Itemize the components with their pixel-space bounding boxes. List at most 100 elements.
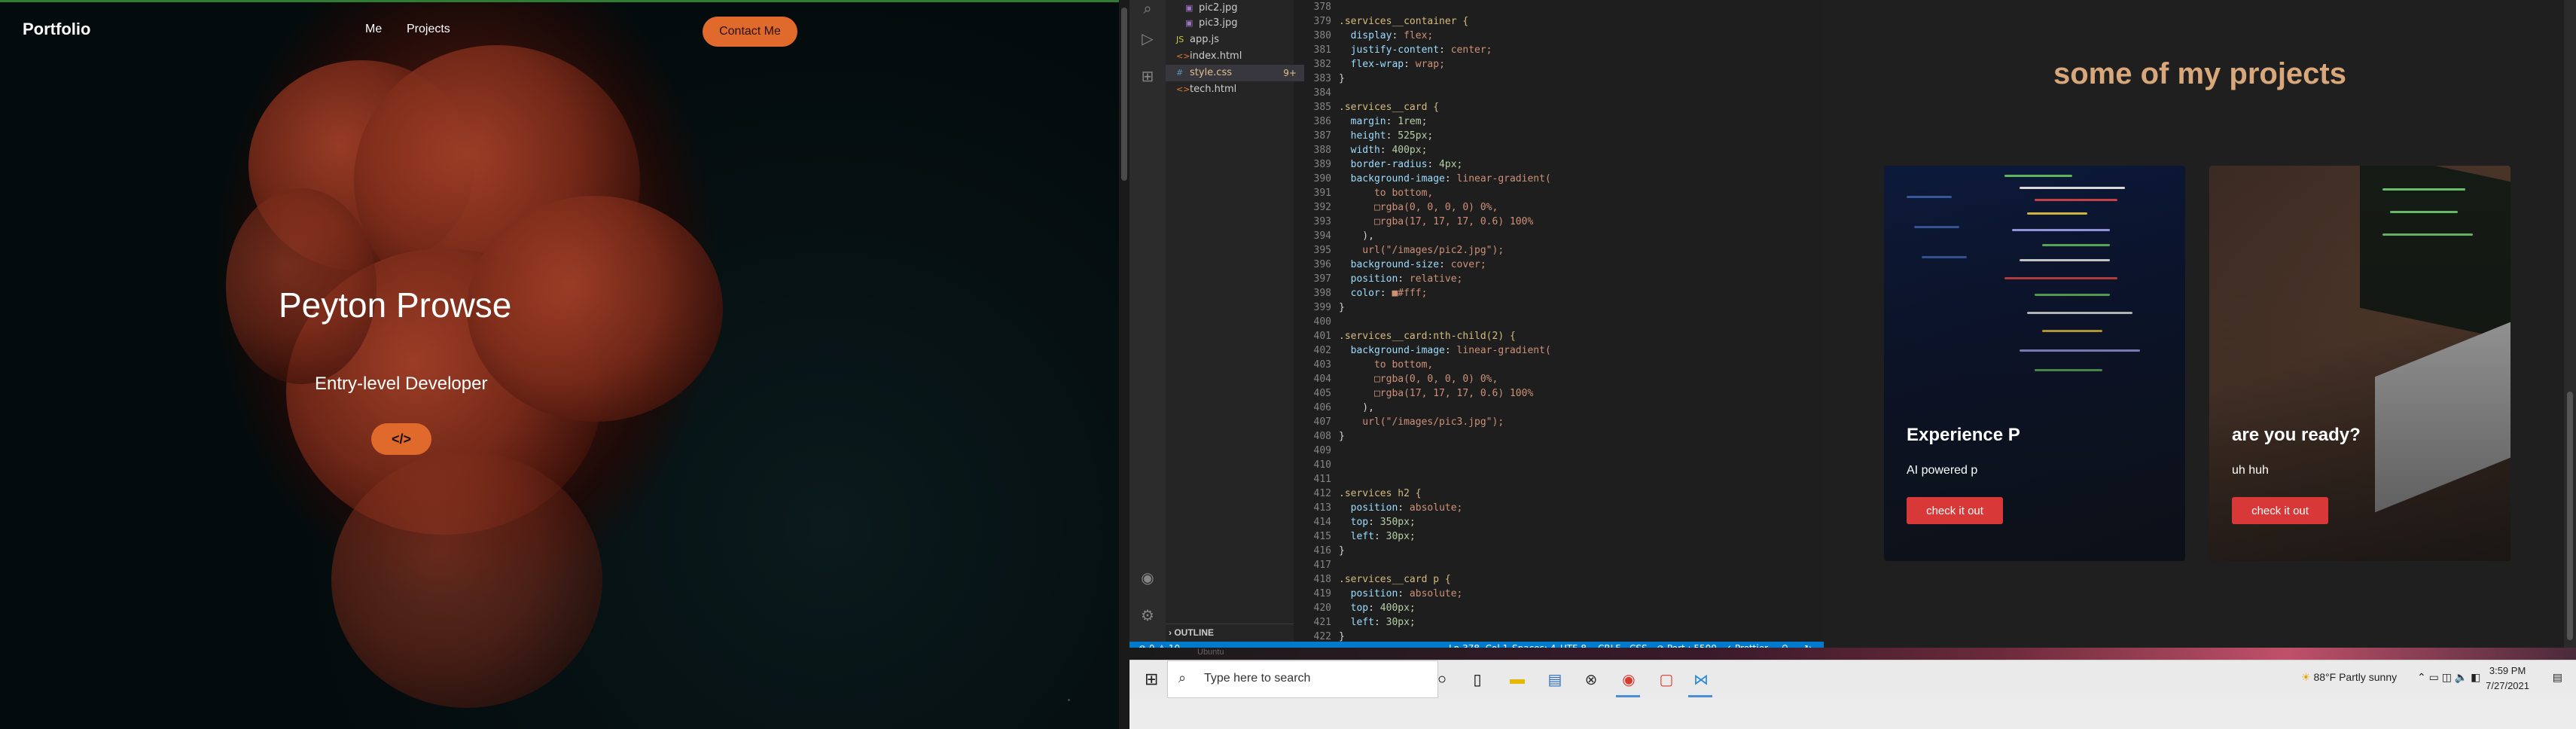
code-line[interactable]: ), xyxy=(1339,229,1761,243)
gear-icon[interactable]: ⚙ xyxy=(1139,607,1157,625)
line-number: 417 xyxy=(1313,560,1331,571)
code-line[interactable]: top: 350px; xyxy=(1339,515,1761,529)
code-line[interactable]: } xyxy=(1339,429,1761,444)
code-content[interactable]: .services__container { display: flex; ju… xyxy=(1339,0,1761,644)
store-icon[interactable]: ▤ xyxy=(1544,668,1566,691)
code-line[interactable] xyxy=(1339,458,1761,472)
code-line[interactable]: url("/images/pic2.jpg"); xyxy=(1339,243,1761,258)
code-line[interactable]: .services__card:nth-child(2) { xyxy=(1339,329,1761,343)
line-number: 384 xyxy=(1313,87,1331,99)
task-view-icon[interactable]: ▯ xyxy=(1466,668,1489,691)
weather-widget[interactable]: ☀ 88°F Partly sunny xyxy=(2301,671,2397,684)
code-line[interactable]: border-radius: 4px; xyxy=(1339,157,1761,172)
code-line[interactable]: background-image: linear-gradient( xyxy=(1339,343,1761,358)
code-line[interactable]: color: ■#fff; xyxy=(1339,286,1761,300)
file-item[interactable]: <>index.html xyxy=(1166,48,1304,65)
code-line[interactable]: width: 400px; xyxy=(1339,143,1761,157)
chevron-right-icon: › xyxy=(1169,627,1172,638)
code-line[interactable]: display: flex; xyxy=(1339,29,1761,43)
code-line[interactable]: background-size: cover; xyxy=(1339,258,1761,272)
code-line[interactable]: height: 525px; xyxy=(1339,129,1761,143)
taskbar-search-box[interactable]: ⌕ Type here to search xyxy=(1167,660,1438,698)
extensions-icon[interactable]: ⊞ xyxy=(1139,68,1157,86)
code-line[interactable]: position: absolute; xyxy=(1339,587,1761,601)
line-number: 388 xyxy=(1313,145,1331,156)
code-line[interactable]: □rgba(0, 0, 0, 0) 0%, xyxy=(1339,372,1761,386)
code-line[interactable] xyxy=(1339,86,1761,100)
line-number: 419 xyxy=(1313,588,1331,599)
file-item[interactable]: JS app.js xyxy=(1166,32,1304,48)
code-line[interactable]: } xyxy=(1339,300,1761,315)
code-line[interactable]: .services__card { xyxy=(1339,100,1761,114)
code-line[interactable] xyxy=(1339,472,1761,487)
projects-heading: some of my projects xyxy=(2053,57,2346,90)
code-line[interactable]: flex-wrap: wrap; xyxy=(1339,57,1761,72)
code-line[interactable]: to bottom, xyxy=(1339,186,1761,200)
code-line[interactable]: .services__card p { xyxy=(1339,572,1761,587)
scrollbar-thumb[interactable] xyxy=(1121,8,1127,181)
project-card[interactable]: are you ready? uh huh check it out xyxy=(2209,166,2510,561)
page-scrollbar[interactable] xyxy=(2564,0,2576,648)
file-item[interactable]: ▣ pic3.jpg xyxy=(1166,15,1313,32)
code-line[interactable]: position: relative; xyxy=(1339,272,1761,286)
code-line[interactable]: □rgba(0, 0, 0, 0) 0%, xyxy=(1339,200,1761,215)
search-icon[interactable]: ⌕ xyxy=(1139,0,1157,18)
code-line[interactable]: } xyxy=(1339,72,1761,86)
xbox-icon[interactable]: ⊗ xyxy=(1580,668,1602,691)
code-line[interactable]: □rgba(17, 17, 17, 0.6) 100% xyxy=(1339,386,1761,401)
nav-link-me[interactable]: Me xyxy=(365,23,382,36)
notification-center-icon[interactable]: ▤ xyxy=(2553,671,2562,684)
code-editor[interactable]: 378 379 380 381 382 383 384 385 386 387 388 389 390 3… xyxy=(1294,0,1824,642)
line-number: 393 xyxy=(1313,216,1331,227)
line-number: 406 xyxy=(1313,402,1331,413)
code-button[interactable]: </> xyxy=(371,423,431,455)
line-number: 399 xyxy=(1313,302,1331,313)
code-line[interactable]: □rgba(17, 17, 17, 0.6) 100% xyxy=(1339,215,1761,229)
file-item[interactable]: <>tech.html xyxy=(1166,81,1304,98)
nav-link-projects[interactable]: Projects xyxy=(407,23,450,36)
contact-me-button[interactable]: Contact Me xyxy=(703,17,797,47)
code-line[interactable] xyxy=(1339,315,1761,329)
project-card[interactable]: Experience P AI powered p check it out xyxy=(1884,166,2185,561)
code-line[interactable] xyxy=(1339,0,1761,14)
check-it-out-button[interactable]: check it out xyxy=(2232,497,2328,524)
image-icon: ▣ xyxy=(1185,3,1193,13)
account-icon[interactable]: ◉ xyxy=(1139,569,1157,587)
scrollbar-thumb[interactable] xyxy=(2567,392,2573,640)
page-scrollbar[interactable] xyxy=(1119,0,1129,729)
code-line[interactable]: .services__container { xyxy=(1339,14,1761,29)
code-line[interactable]: background-image: linear-gradient( xyxy=(1339,172,1761,186)
code-line[interactable]: justify-content: center; xyxy=(1339,43,1761,57)
code-line[interactable]: position: absolute; xyxy=(1339,501,1761,515)
code-line[interactable]: left: 30px; xyxy=(1339,529,1761,544)
line-number: 392 xyxy=(1313,202,1331,213)
file-item[interactable]: ▣ pic2.jpg xyxy=(1166,0,1313,17)
file-item-active[interactable]: # style.css 9+ xyxy=(1166,65,1304,81)
check-it-out-button[interactable]: check it out xyxy=(1907,497,2003,524)
vscode-icon[interactable]: ⋈ xyxy=(1690,668,1712,691)
code-line[interactable] xyxy=(1339,444,1761,458)
chrome-icon[interactable]: ◉ xyxy=(1617,668,1640,691)
site-logo[interactable]: Portfolio xyxy=(23,20,90,39)
partly-sunny-icon: ☀ xyxy=(2301,671,2311,683)
file-explorer-icon[interactable]: ▬ xyxy=(1506,668,1529,691)
line-number: 414 xyxy=(1313,517,1331,528)
code-line[interactable]: to bottom, xyxy=(1339,358,1761,372)
active-app-indicator xyxy=(1616,695,1640,697)
run-debug-icon[interactable]: ▷ xyxy=(1139,30,1157,48)
cortana-icon[interactable]: ○ xyxy=(1431,668,1453,691)
code-line[interactable]: margin: 1rem; xyxy=(1339,114,1761,129)
code-line[interactable] xyxy=(1339,558,1761,572)
windows-start-icon[interactable]: ⊞ xyxy=(1145,670,1158,689)
office-icon[interactable]: ▢ xyxy=(1655,668,1678,691)
line-number: 421 xyxy=(1313,617,1331,628)
code-line[interactable]: url("/images/pic3.jpg"); xyxy=(1339,415,1761,429)
code-line[interactable]: } xyxy=(1339,544,1761,558)
tray-icons[interactable]: ⌃ ▭ ◫ 🔈 ◧ xyxy=(2417,671,2480,684)
system-clock[interactable]: 3:59 PM 7/27/2021 xyxy=(2486,663,2529,694)
code-line[interactable]: .services h2 { xyxy=(1339,487,1761,501)
code-line[interactable]: left: 30px; xyxy=(1339,615,1761,630)
code-line[interactable]: top: 400px; xyxy=(1339,601,1761,615)
outline-section[interactable]: › OUTLINE xyxy=(1166,624,1294,641)
code-line[interactable]: ), xyxy=(1339,401,1761,415)
